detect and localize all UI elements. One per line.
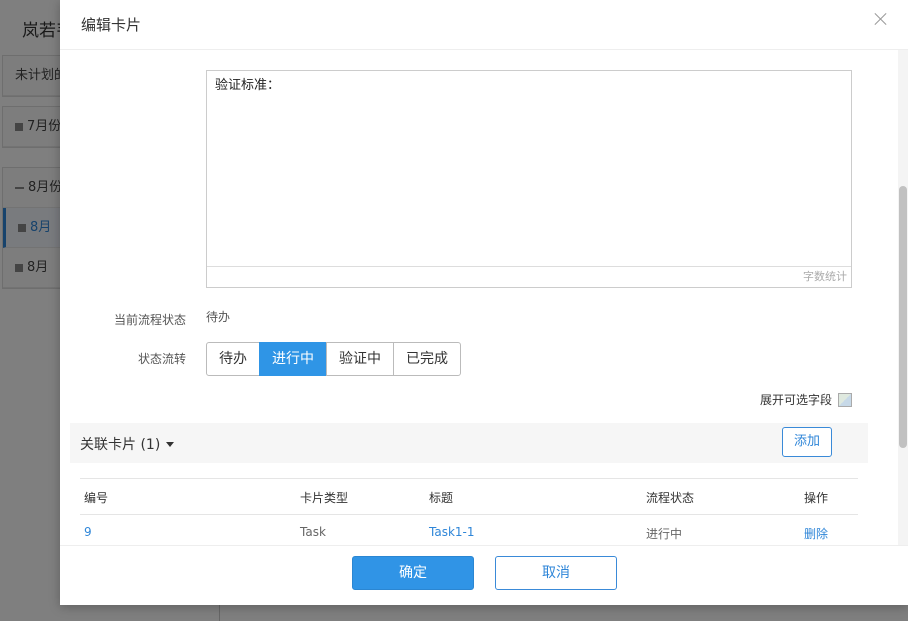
transition-in-progress-button[interactable]: 进行中 — [259, 342, 327, 376]
transition-done-button[interactable]: 已完成 — [393, 342, 461, 376]
current-status-label: 当前流程状态 — [113, 313, 186, 327]
table-header: 编号 卡片类型 标题 流程状态 操作 — [80, 479, 858, 515]
scroll-thumb[interactable] — [899, 186, 907, 448]
modal-header: 编辑卡片 — [60, 0, 908, 50]
cancel-button[interactable]: 取消 — [495, 556, 617, 590]
expand-fields-label: 展开可选字段 — [760, 393, 833, 407]
transition-todo-button[interactable]: 待办 — [206, 342, 260, 376]
delete-link[interactable]: 删除 — [804, 525, 828, 542]
expand-optional-fields[interactable]: 展开可选字段 — [760, 391, 853, 408]
image-icon — [838, 392, 853, 407]
status-transition-group: 待办 进行中 验证中 已完成 — [206, 342, 461, 376]
edit-card-modal: 编辑卡片 验证标准： 字数统计 当前流程状态 待办 状态流转 待办 进行中 验证… — [60, 0, 908, 605]
column-status: 流程状态 — [646, 491, 695, 505]
word-count: 字数统计 — [207, 266, 851, 287]
rich-text-editor[interactable]: 验证标准： 字数统计 — [206, 70, 852, 288]
modal-footer: 确定 取消 — [60, 545, 908, 605]
transition-label: 状态流转 — [137, 352, 186, 366]
card-status: 进行中 — [646, 527, 683, 541]
table-row: 9 Task Task1-1 进行中 删除 — [80, 515, 858, 545]
confirm-button[interactable]: 确定 — [352, 556, 474, 590]
column-title: 标题 — [429, 491, 454, 505]
modal-title: 编辑卡片 — [81, 16, 142, 34]
add-related-button[interactable]: 添加 — [782, 427, 832, 457]
related-cards-toggle[interactable]: 关联卡片 (1) — [80, 434, 175, 454]
column-type: 卡片类型 — [300, 491, 349, 505]
current-status-value: 待办 — [206, 310, 231, 324]
column-id: 编号 — [84, 491, 109, 505]
caret-down-icon — [166, 441, 175, 447]
close-icon[interactable] — [872, 10, 890, 28]
modal-body: 验证标准： 字数统计 当前流程状态 待办 状态流转 待办 进行中 验证中 已完成… — [60, 50, 908, 545]
related-cards-title: 关联卡片 (1) — [80, 437, 161, 453]
related-cards-table: 编号 卡片类型 标题 流程状态 操作 9 Task Task1-1 进行中 删除 — [80, 478, 858, 545]
scrollbar[interactable] — [898, 50, 908, 545]
card-title-link[interactable]: Task1-1 — [429, 525, 475, 539]
related-cards-header: 关联卡片 (1) 添加 — [70, 423, 868, 463]
transition-verifying-button[interactable]: 验证中 — [326, 342, 394, 376]
column-action: 操作 — [804, 491, 829, 505]
card-id-link[interactable]: 9 — [84, 525, 92, 539]
card-type: Task — [300, 525, 326, 539]
editor-content[interactable]: 验证标准： — [207, 71, 851, 267]
